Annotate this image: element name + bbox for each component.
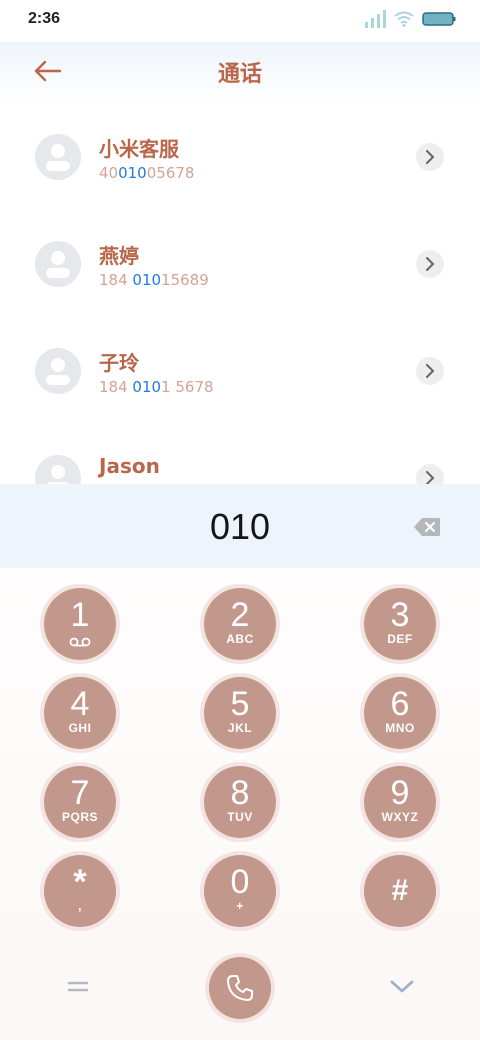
key-6[interactable]: 6 MNO [364, 677, 436, 749]
chevron-down-icon[interactable] [388, 976, 416, 996]
bottom-bar [0, 950, 480, 1026]
key-2[interactable]: 2 ABC [204, 588, 276, 660]
menu-icon[interactable] [66, 978, 90, 994]
contact-row[interactable]: 燕婷 184 01015689 [0, 209, 480, 316]
contact-row[interactable]: 子玲 184 0101 5678 [0, 316, 480, 423]
contact-name: Jason [99, 454, 160, 478]
key-4[interactable]: 4 GHI [44, 677, 116, 749]
key-3[interactable]: 3 DEF [364, 588, 436, 660]
key-8[interactable]: 8 TUV [204, 766, 276, 838]
call-button[interactable] [209, 957, 271, 1019]
number-match: 010 [132, 378, 162, 396]
key-9[interactable]: 9 WXYZ [364, 766, 436, 838]
avatar-icon [35, 241, 81, 287]
status-bar: 2:36 [0, 0, 480, 42]
contact-name: 燕婷 [99, 244, 139, 268]
contact-detail-button[interactable] [416, 357, 444, 385]
contact-number: 4001005678 [99, 164, 195, 182]
number-display: 010 [0, 484, 480, 568]
contact-row[interactable]: Jason [0, 423, 480, 484]
avatar-icon [35, 348, 81, 394]
contact-row[interactable]: 小米客服 4001005678 [0, 102, 480, 209]
contact-number: 184 0101 5678 [99, 378, 214, 396]
key-1[interactable]: 1 [44, 588, 116, 660]
chevron-right-icon [426, 150, 435, 164]
chevron-right-icon [426, 364, 435, 378]
battery-icon [422, 12, 456, 26]
contact-name: 子玲 [99, 351, 139, 375]
key-0[interactable]: 0 + [204, 855, 276, 927]
contact-detail-button[interactable] [416, 143, 444, 171]
contact-number: 184 01015689 [99, 271, 209, 289]
avatar-icon [35, 455, 81, 484]
wifi-icon [394, 11, 414, 27]
key-hash[interactable]: # [364, 855, 436, 927]
status-icons [364, 10, 456, 28]
contact-name: 小米客服 [99, 137, 179, 161]
key-7[interactable]: 7 PQRS [44, 766, 116, 838]
contact-list: 小米客服 4001005678 燕婷 184 01015689 子玲 184 0… [0, 102, 480, 484]
chevron-right-icon [426, 471, 435, 484]
number-match: 010 [132, 271, 162, 289]
contact-detail-button[interactable] [416, 250, 444, 278]
contact-detail-button[interactable] [416, 464, 444, 484]
key-5[interactable]: 5 JKL [204, 677, 276, 749]
voicemail-icon [69, 637, 91, 647]
backspace-icon[interactable] [413, 517, 441, 537]
signal-icon [365, 10, 386, 28]
phone-icon [227, 975, 253, 1001]
page-title: 通话 [217, 62, 262, 87]
avatar-icon [35, 134, 81, 180]
chevron-right-icon [426, 257, 435, 271]
dial-input[interactable]: 010 [0, 506, 480, 548]
header: 通话 [0, 42, 480, 102]
number-match: 010 [118, 164, 147, 182]
key-star[interactable]: *, [44, 855, 116, 927]
status-time: 2:36 [28, 10, 61, 27]
